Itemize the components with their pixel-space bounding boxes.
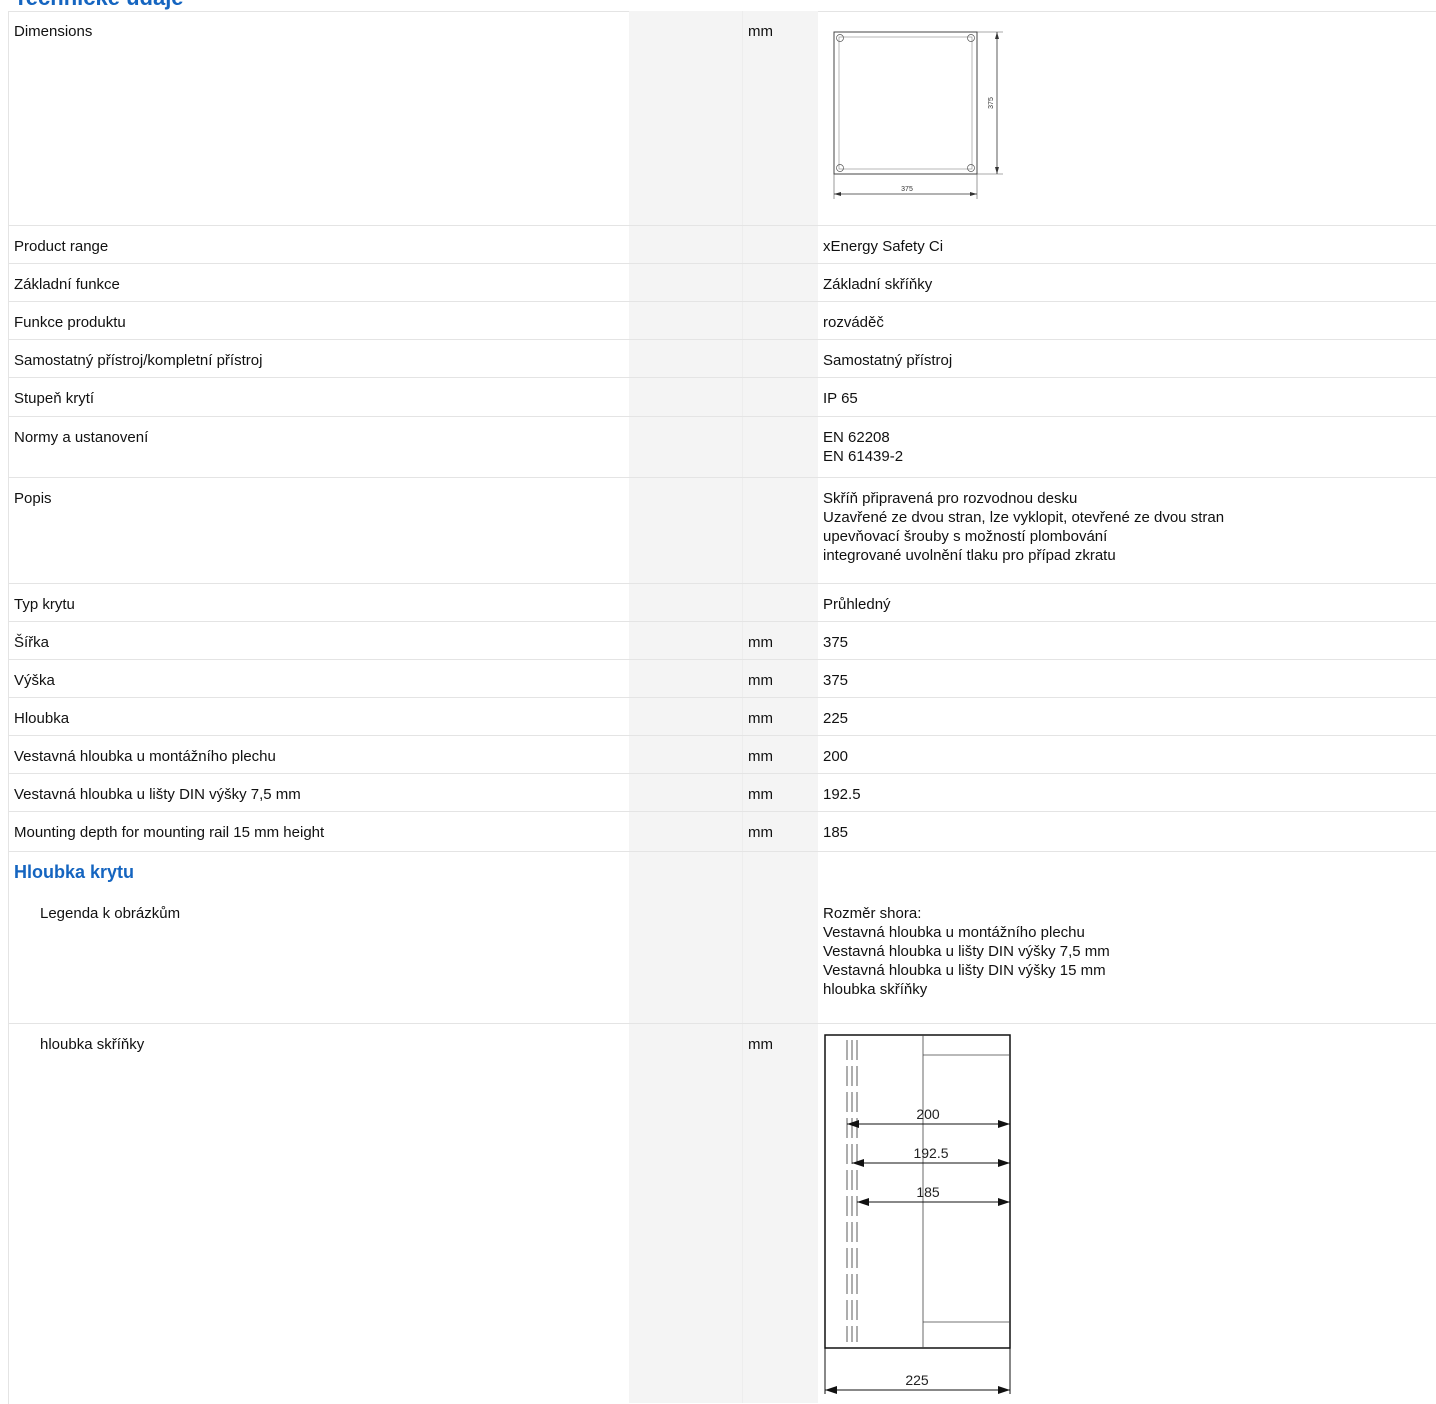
row-label: Normy a ustanovení	[14, 429, 149, 446]
row-value: Základní skříňky	[823, 276, 933, 293]
row-label: Hloubka	[14, 710, 70, 727]
front-dimension-drawing: 375 375	[833, 31, 1003, 199]
row-depth-plate: Vestavná hloubka u montážního plechu mm …	[9, 736, 1436, 774]
row-value: 200	[823, 748, 849, 765]
row-value-list: Rozměr shora: Vestavná hloubka u montážn…	[823, 904, 1110, 999]
list-item: upevňovací šrouby s možností plombování	[823, 528, 1108, 545]
list-item: Vestavná hloubka u montážního plechu	[823, 924, 1085, 941]
row-value: 375	[823, 672, 849, 689]
row-basic-function: Základní funkce Základní skříňky	[9, 264, 1436, 302]
row-standards: Normy a ustanovení EN 62208 EN 61439-2	[9, 417, 1436, 478]
row-dimensions: Dimensions mm 375 375	[9, 11, 1436, 226]
row-unit: mm	[748, 710, 773, 727]
row-depth-din75: Vestavná hloubka u lišty DIN výšky 7,5 m…	[9, 774, 1436, 812]
row-label: Šířka	[14, 634, 50, 651]
row-product-range: Product range xEnergy Safety Ci	[9, 226, 1436, 264]
row-label: Vestavná hloubka u montážního plechu	[14, 748, 276, 765]
row-unit: mm	[748, 824, 773, 841]
row-label: Product range	[14, 238, 109, 255]
row-label: hloubka skříňky	[40, 1036, 145, 1053]
side-depth-drawing: 200 192.5 185 225	[824, 1034, 1011, 1394]
row-value: 375	[823, 634, 849, 651]
list-item: integrované uvolnění tlaku pro případ zk…	[823, 547, 1116, 564]
page-title-cut: Technické údaje	[14, 0, 184, 10]
row-label: Samostatný přístroj/kompletní přístroj	[14, 352, 263, 369]
row-value: Průhledný	[823, 596, 891, 613]
depth-200-label: 200	[916, 1106, 940, 1122]
dim-height-label: 375	[988, 97, 995, 109]
row-depth-din15: Mounting depth for mounting rail 15 mm h…	[9, 812, 1436, 852]
row-label: Vestavná hloubka u lišty DIN výšky 7,5 m…	[14, 786, 301, 803]
list-item: EN 62208	[823, 429, 890, 446]
row-value: 192.5	[823, 786, 861, 803]
row-unit: mm	[748, 634, 773, 651]
row-protection: Stupeň krytí IP 65	[9, 378, 1436, 417]
depth-185-label: 185	[916, 1184, 940, 1200]
depth-192-label: 192.5	[913, 1145, 948, 1161]
row-description: Popis Skříň připravená pro rozvodnou des…	[9, 478, 1436, 584]
row-unit: mm	[748, 672, 773, 689]
row-value: Samostatný přístroj	[823, 352, 953, 369]
list-item: Uzavřené ze dvou stran, lze vyklopit, ot…	[823, 509, 1225, 526]
row-value: xEnergy Safety Ci	[823, 238, 944, 255]
row-value-list: EN 62208 EN 61439-2	[823, 428, 903, 466]
row-value: 225	[823, 710, 849, 727]
row-label: Popis	[14, 490, 52, 507]
row-cover-type: Typ krytu Průhledný	[9, 584, 1436, 622]
row-depth: Hloubka mm 225	[9, 698, 1436, 736]
depth-225-label: 225	[905, 1372, 929, 1388]
row-height: Výška mm 375	[9, 660, 1436, 698]
row-product-function: Funkce produktu rozváděč	[9, 302, 1436, 340]
list-item: Rozměr shora:	[823, 905, 922, 922]
list-item: Vestavná hloubka u lišty DIN výšky 7,5 m…	[823, 943, 1110, 960]
list-item: Vestavná hloubka u lišty DIN výšky 15 mm	[823, 962, 1106, 979]
row-label: Legenda k obrázkům	[40, 905, 181, 922]
row-legend: Legenda k obrázkům Rozměr shora: Vestavn…	[9, 893, 1436, 1024]
dim-width-label: 375	[901, 186, 913, 193]
row-label: Dimensions	[14, 23, 93, 40]
section-header: Hloubka krytu	[9, 852, 1436, 893]
row-label: Typ krytu	[14, 596, 75, 613]
row-value: IP 65	[823, 390, 858, 407]
row-value: rozváděč	[823, 314, 884, 331]
row-label: Výška	[14, 672, 55, 689]
row-value-list: Skříň připravená pro rozvodnou desku Uza…	[823, 489, 1224, 565]
row-label: Stupeň krytí	[14, 390, 95, 407]
row-device-type: Samostatný přístroj/kompletní přístroj S…	[9, 340, 1436, 378]
row-unit: mm	[748, 786, 773, 803]
list-item: hloubka skříňky	[823, 981, 928, 998]
section-title: Hloubka krytu	[14, 862, 135, 882]
row-label: Funkce produktu	[14, 314, 126, 331]
row-label: Základní funkce	[14, 276, 120, 293]
list-item: EN 61439-2	[823, 448, 904, 465]
row-unit: mm	[748, 748, 773, 765]
row-value: 185	[823, 824, 849, 841]
row-unit: mm	[748, 23, 773, 40]
row-box-depth: hloubka skříňky mm 200 192.5 185 225	[9, 1024, 1436, 1403]
row-unit: mm	[748, 1036, 773, 1053]
row-width: Šířka mm 375	[9, 622, 1436, 660]
row-label: Mounting depth for mounting rail 15 mm h…	[14, 824, 325, 841]
list-item: Skříň připravená pro rozvodnou desku	[823, 490, 1078, 507]
